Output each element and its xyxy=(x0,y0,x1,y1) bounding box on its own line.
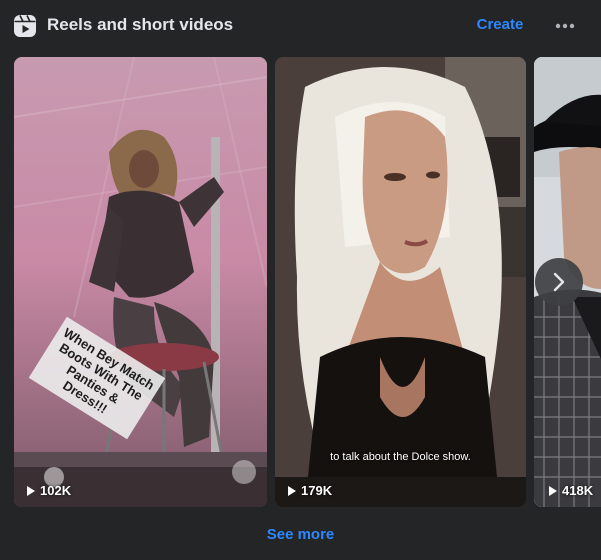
view-count-label: 102K xyxy=(40,483,72,498)
reel-subtitle: to talk about the Dolce show. xyxy=(330,451,471,463)
reel-card[interactable]: When Bey Match Boots With The Panties & … xyxy=(14,57,267,507)
view-count: 179K xyxy=(288,483,332,498)
reels-icon xyxy=(13,14,37,38)
view-count-label: 418K xyxy=(562,483,594,498)
more-horizontal-icon xyxy=(555,23,575,29)
create-reel-link[interactable]: Create xyxy=(470,13,530,37)
play-icon xyxy=(288,485,296,496)
reels-header: Reels and short videos Create xyxy=(0,0,601,52)
next-reels-button[interactable] xyxy=(535,258,583,306)
view-count: 418K xyxy=(549,483,593,498)
chevron-right-icon xyxy=(553,272,565,292)
reel-thumbnail xyxy=(14,57,267,507)
see-more-row: See more xyxy=(0,523,601,547)
play-icon xyxy=(549,485,557,496)
more-options-button[interactable] xyxy=(549,10,581,42)
view-count: 102K xyxy=(27,483,71,498)
reel-thumbnail xyxy=(275,57,526,507)
reel-card[interactable]: to talk about the Dolce show. 179K xyxy=(275,57,526,507)
view-count-label: 179K xyxy=(301,483,333,498)
reels-card: Reels and short videos Create When Bey M… xyxy=(0,0,601,560)
see-more-link[interactable]: See more xyxy=(267,526,335,543)
play-icon xyxy=(27,485,35,496)
section-title: Reels and short videos xyxy=(47,15,234,34)
